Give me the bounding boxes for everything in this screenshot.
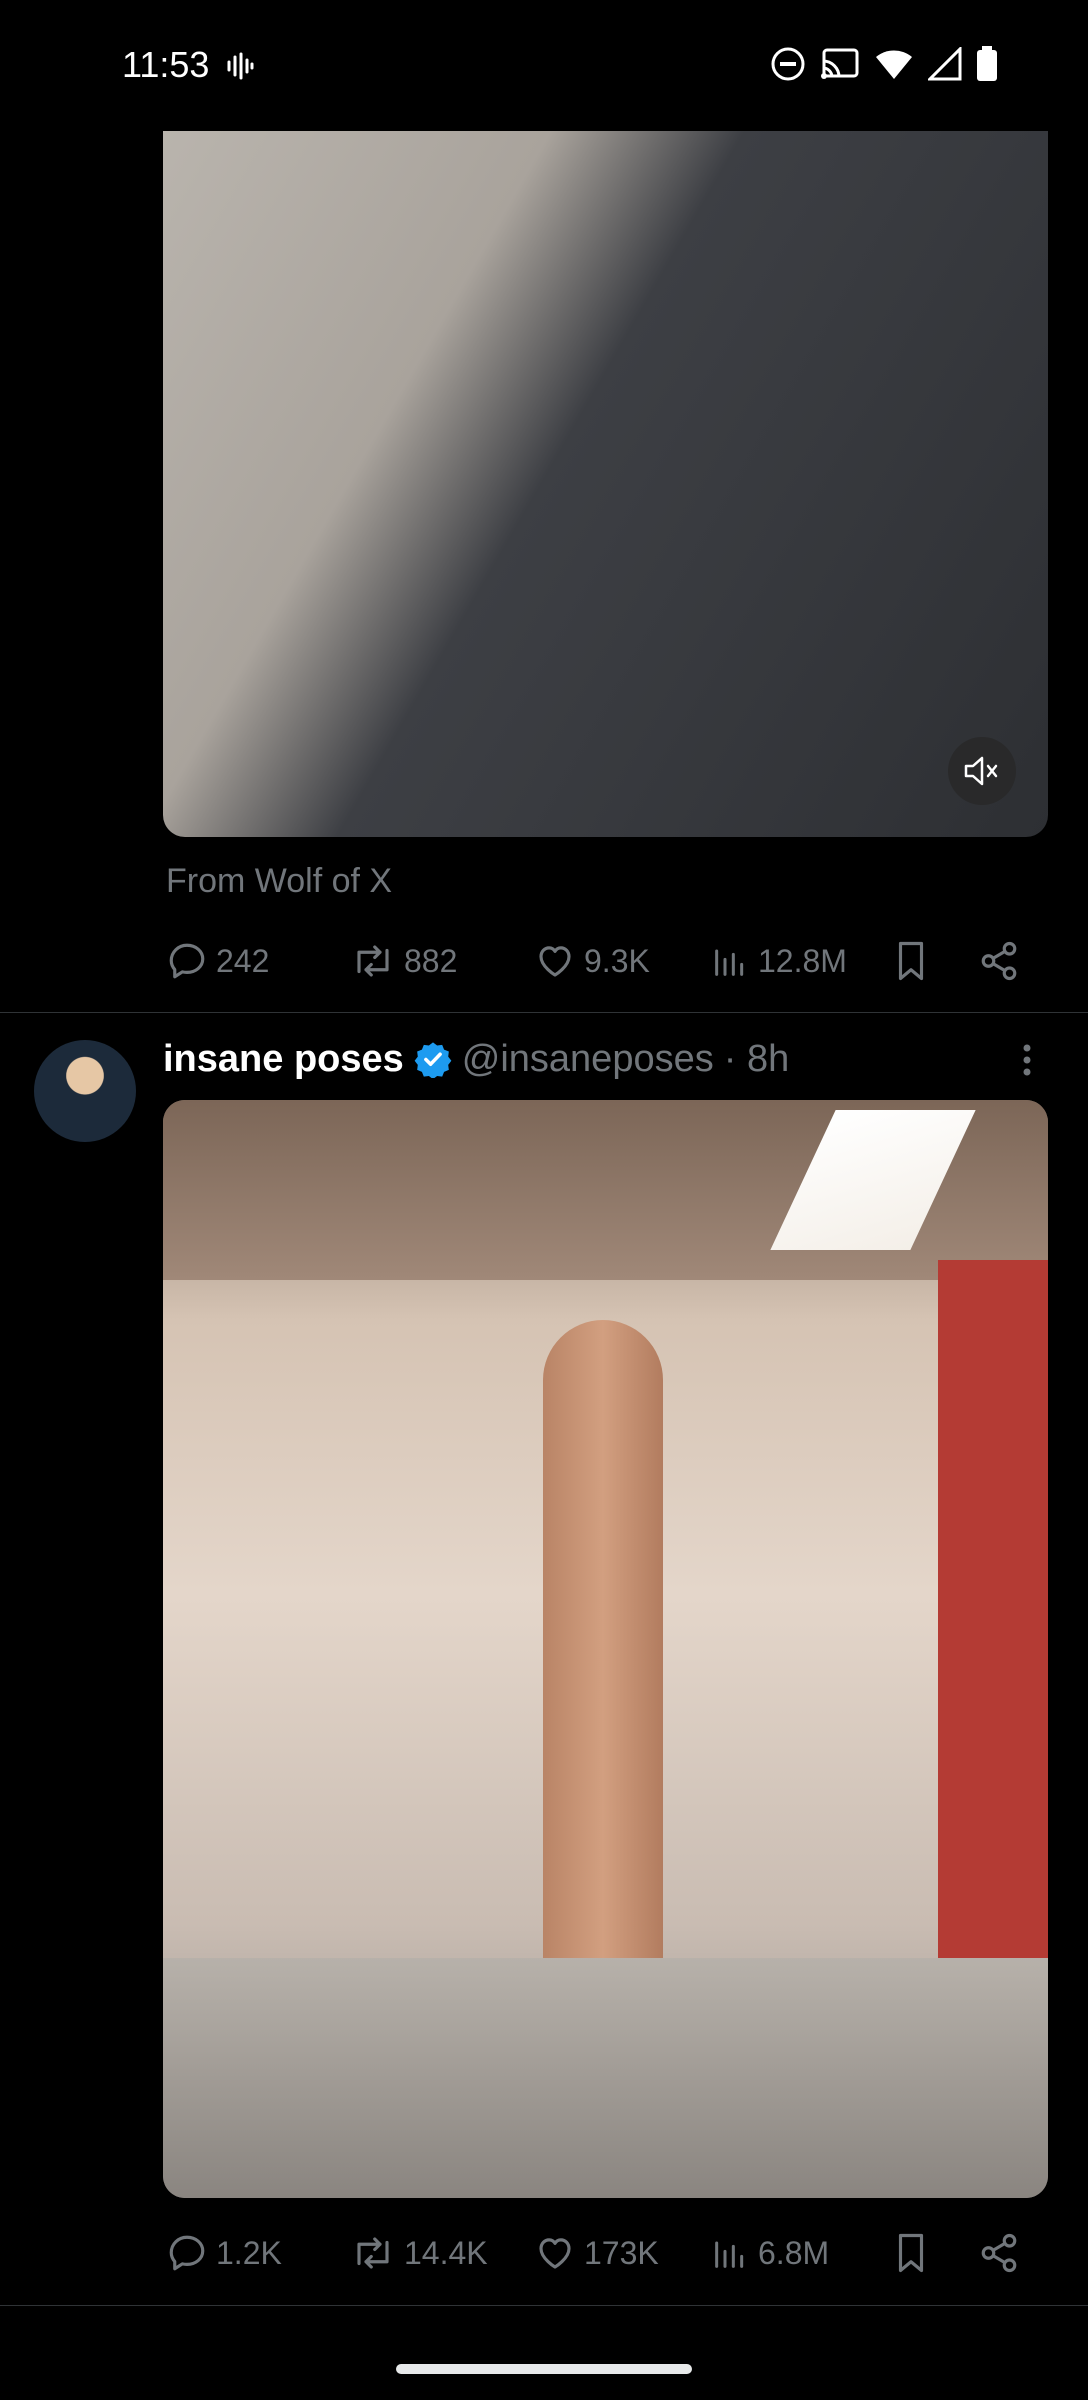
reply-button[interactable]: 1.2K [166,2223,282,2283]
verified-icon [414,1042,452,1078]
repost-count: 882 [404,942,458,979]
bookmark-button[interactable] [892,2223,930,2283]
reply-icon [169,943,205,979]
post-divider [0,1012,1088,1013]
like-icon [539,2238,571,2269]
post2-actions: 1.2K 14.4K 173K 6.8M [166,2223,1026,2283]
repost-icon [357,2237,389,2269]
post-video[interactable] [163,131,1048,837]
signal-icon [928,47,962,81]
repost-count: 14.4K [404,2234,488,2271]
post-divider [0,2305,1088,2306]
post-time: · 8h [723,1037,790,1080]
share-button[interactable] [978,2223,1020,2283]
photo-red-wall [938,1260,1048,1960]
author-name[interactable]: insane poses [163,1038,404,1081]
more-icon[interactable] [1012,1040,1042,1080]
repost-button[interactable]: 14.4K [350,2223,488,2283]
views-button[interactable]: 12.8M [710,931,847,991]
views-count: 6.8M [758,2234,830,2271]
avatar[interactable] [34,1040,136,1142]
like-button[interactable]: 9.3K [534,931,650,991]
author-handle[interactable]: @insaneposes [462,1038,714,1081]
views-icon [715,2241,744,2268]
status-time: 11:53 [122,44,210,85]
photo-figure [543,1320,663,2040]
share-icon [981,941,1017,981]
bookmark-button[interactable] [892,931,930,991]
views-button[interactable]: 6.8M [710,2223,829,2283]
views-icon [715,949,744,976]
do-not-disturb-icon [771,47,805,81]
share-button[interactable] [978,931,1020,991]
post1-actions: 242 882 9.3K 12.8M [166,931,1026,991]
reply-count: 1.2K [216,2234,282,2271]
like-icon [539,946,571,977]
reply-button[interactable]: 242 [166,931,269,991]
cast-icon [821,48,859,79]
battery-icon [977,46,997,81]
repost-icon [357,945,389,977]
like-count: 173K [584,2234,659,2271]
status-icons [770,46,998,82]
photo-floor [163,1958,1048,2198]
wifi-icon [876,50,912,79]
reply-icon [169,2235,205,2271]
mute-button[interactable] [948,737,1016,805]
bookmark-icon [898,941,924,981]
like-button[interactable]: 173K [534,2223,659,2283]
mute-icon [964,756,998,786]
like-count: 9.3K [584,942,650,979]
post-photo[interactable] [163,1100,1048,2198]
source-attribution[interactable]: From Wolf of X [166,862,392,901]
repost-button[interactable]: 882 [350,931,457,991]
views-count: 12.8M [758,942,847,979]
bookmark-icon [898,2233,924,2273]
reply-count: 242 [216,942,270,979]
share-icon [981,2233,1017,2273]
status-bar: 11:53 [0,0,1088,130]
post2-header: insane poses @insaneposes · 8h [163,1032,789,1086]
home-indicator[interactable] [396,2364,692,2374]
voice-wave-icon [227,52,254,80]
